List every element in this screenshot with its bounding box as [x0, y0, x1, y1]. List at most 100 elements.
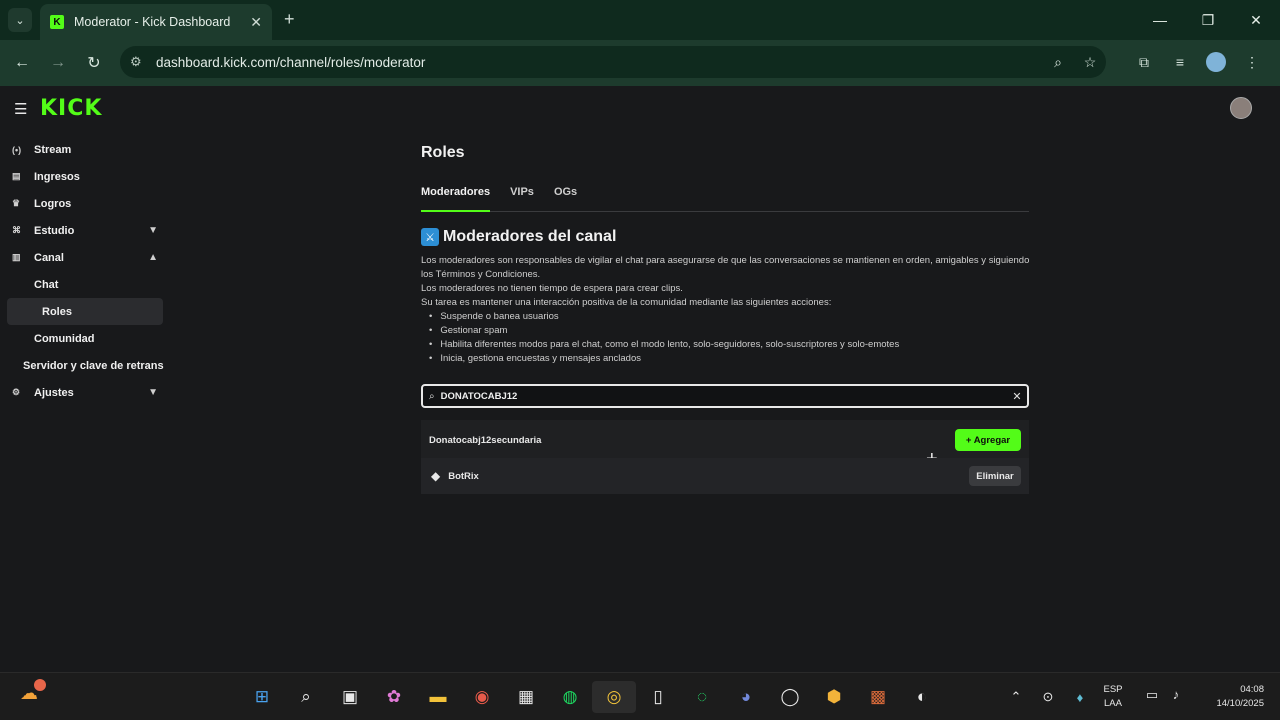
taskbar-apps: ⊞ ⌕ ▣ ✿ ▬ ◉ ▦ ◍ ◎ ▯ ◌ ◕ ◯ ⬢ ▩ ◐: [240, 681, 944, 713]
moderator-row: ◆ BotRix Eliminar: [421, 458, 1029, 494]
spotify-icon[interactable]: ◍: [548, 681, 592, 713]
sidebar-item-ajustes[interactable]: ⚙ Ajustes ▼: [0, 379, 170, 406]
site-info-icon[interactable]: ⚙: [130, 54, 156, 70]
revenue-icon: ▤: [12, 171, 21, 181]
restore-icon[interactable]: ❐: [1184, 0, 1232, 40]
sc-app-icon[interactable]: ◯: [768, 681, 812, 713]
file-explorer-icon[interactable]: ▬: [416, 681, 460, 713]
search-input[interactable]: DONATOCABJ12: [441, 391, 1007, 402]
taskbar: ☁ ⊞ ⌕ ▣ ✿ ▬ ◉ ▦ ◍ ◎ ▯ ◌ ◕ ◯ ⬢ ▩ ◐ ⌃ ⊙ ♦ …: [0, 672, 1280, 720]
window-controls: — ❐ ✕: [1136, 0, 1280, 40]
chrome-icon[interactable]: ◎: [592, 681, 636, 713]
search-icon[interactable]: ⌕: [284, 681, 328, 713]
sidebar-item-ingresos[interactable]: ▤ Ingresos: [0, 163, 170, 190]
start-menu-icon[interactable]: ⊞: [240, 681, 284, 713]
new-tab-button[interactable]: +: [284, 9, 295, 30]
copilot-icon[interactable]: ✿: [372, 681, 416, 713]
browser-tab[interactable]: K Moderator - Kick Dashboard ✕: [40, 4, 272, 40]
search-result-row: Donatocabj12secundaria + Agregar: [421, 420, 1029, 460]
zoom-icon[interactable]: ⌕: [1042, 54, 1074, 71]
page-title: Roles: [421, 144, 465, 161]
date: 14/10/2025: [1216, 698, 1264, 709]
user-avatar[interactable]: [1230, 97, 1252, 119]
task-view-icon[interactable]: ▣: [328, 681, 372, 713]
forward-icon[interactable]: →: [40, 45, 76, 81]
store-icon[interactable]: ▦: [504, 681, 548, 713]
back-icon[interactable]: ←: [4, 45, 40, 81]
sidebar-item-servidor[interactable]: Servidor y clave de retrans: [0, 352, 170, 379]
browser-menu-icon[interactable]: ⋮: [1234, 54, 1270, 71]
search-icon: ⌕: [429, 390, 435, 402]
color-app-icon[interactable]: ◉: [460, 681, 504, 713]
whatsapp-icon[interactable]: ◌: [680, 681, 724, 713]
kick-logo[interactable]: KICK: [40, 96, 102, 121]
browser-tab-bar: ⌄ K Moderator - Kick Dashboard ✕ + — ❐ ✕: [0, 0, 1280, 40]
sword-icon: ⚔: [421, 228, 439, 246]
tab-search-button[interactable]: ⌄: [8, 8, 32, 32]
clock[interactable]: 04:08 14/10/2025: [1216, 683, 1264, 711]
extensions-icon[interactable]: ⧉: [1126, 54, 1162, 71]
reload-icon[interactable]: ↻: [76, 45, 112, 81]
list-item: Suspende o banea usuarios: [429, 310, 1031, 324]
chevron-down-icon: ▼: [148, 225, 158, 236]
description-line: Los moderadores son responsables de vigi…: [421, 255, 1030, 280]
time: 04:08: [1240, 684, 1264, 695]
clear-search-icon[interactable]: ✕: [1007, 390, 1027, 403]
url-text[interactable]: dashboard.kick.com/channel/roles/moderat…: [156, 55, 1042, 70]
chevron-up-icon: ▲: [148, 252, 158, 263]
list-item: Inicia, gestiona encuestas y mensajes an…: [429, 352, 1031, 366]
game-app-icon[interactable]: ▩: [856, 681, 900, 713]
bookmark-star-icon[interactable]: ☆: [1074, 54, 1106, 71]
moderator-search[interactable]: ⌕ DONATOCABJ12 ✕: [421, 384, 1029, 408]
description-line: Los moderadores no tienen tiempo de espe…: [421, 283, 683, 294]
sidebar: (•) Stream ▤ Ingresos ♛ Logros ⌘ Estudio…: [0, 136, 170, 406]
kick-favicon-icon: K: [50, 15, 64, 29]
studio-icon: ⌘: [12, 225, 21, 235]
sidebar-item-chat[interactable]: Chat: [0, 271, 170, 298]
tab-ogs[interactable]: OGs: [554, 186, 577, 212]
trophy-icon: ♛: [12, 198, 21, 208]
sidebar-item-logros[interactable]: ♛ Logros: [0, 190, 170, 217]
moderator-name: BotRix: [448, 470, 479, 482]
section-title: Moderadores del canal: [443, 228, 617, 245]
tab-moderadores[interactable]: Moderadores: [421, 186, 491, 212]
toolbar-actions: ⧉ ≡ ⋮: [1126, 46, 1270, 78]
address-bar[interactable]: ⚙ dashboard.kick.com/channel/roles/moder…: [120, 46, 1106, 78]
add-moderator-button[interactable]: + Agregar: [955, 429, 1021, 451]
settings-icon: ⚙: [12, 387, 21, 397]
cube-app-icon[interactable]: ⬢: [812, 681, 856, 713]
tab-vips[interactable]: VIPs: [510, 186, 534, 212]
list-item: Habilita diferentes modos para el chat, …: [429, 338, 1031, 352]
tray-app-icon[interactable]: ⊙: [1032, 689, 1064, 705]
hamburger-menu-icon[interactable]: ☰: [14, 100, 27, 118]
sidebar-item-roles[interactable]: Roles: [7, 298, 163, 325]
remove-moderator-button[interactable]: Eliminar: [969, 466, 1021, 486]
roles-tabs: Moderadores VIPs OGs: [421, 186, 1029, 212]
sidebar-item-comunidad[interactable]: Comunidad: [0, 325, 170, 352]
description-line: Su tarea es mantener una interacción pos…: [421, 297, 832, 308]
quick-settings[interactable]: ▭ ♪: [1140, 687, 1188, 703]
language-indicator[interactable]: ESP LAA: [1100, 683, 1126, 711]
sidebar-item-canal[interactable]: ▥ Canal ▲: [0, 244, 170, 271]
discord-icon[interactable]: ◕: [724, 681, 768, 713]
chevron-up-icon[interactable]: ⌃: [1000, 689, 1032, 705]
sidebar-item-stream[interactable]: (•) Stream: [0, 136, 170, 163]
list-item: Gestionar spam: [429, 324, 1031, 338]
stream-icon: (•): [12, 144, 22, 155]
dashboard: ☰ KICK (•) Stream ▤ Ingresos ♛ Logros ⌘ …: [0, 86, 1280, 672]
sidebar-item-estudio[interactable]: ⌘ Estudio ▼: [0, 217, 170, 244]
network-icon: ▭: [1145, 687, 1159, 702]
profile-avatar[interactable]: [1206, 52, 1226, 72]
close-window-icon[interactable]: ✕: [1232, 0, 1280, 40]
result-username: Donatocabj12secundaria: [429, 434, 542, 446]
obs-icon[interactable]: ◐: [900, 681, 944, 713]
browser-toolbar: ← → ↻ ⚙ dashboard.kick.com/channel/roles…: [0, 40, 1280, 86]
minimize-icon[interactable]: —: [1136, 0, 1184, 40]
tray-mic-icon[interactable]: ♦: [1064, 690, 1096, 705]
section-header: ⚔ Moderadores del canal: [421, 228, 616, 246]
tab-title: Moderator - Kick Dashboard: [74, 15, 231, 29]
cast-icon[interactable]: ≡: [1162, 54, 1198, 70]
tab-close-icon[interactable]: ✕: [250, 14, 262, 31]
bot-badge-icon: ◆: [431, 469, 441, 483]
epic-games-icon[interactable]: ▯: [636, 681, 680, 713]
